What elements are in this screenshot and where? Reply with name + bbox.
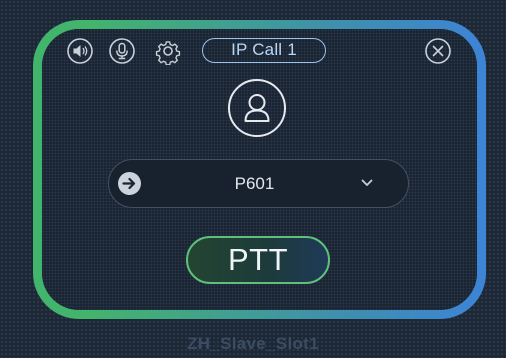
ptt-button[interactable]: PTT [186,236,330,284]
user-icon [244,94,270,122]
microphone-icon[interactable] [108,37,136,65]
avatar [228,79,286,137]
target-selector[interactable]: P601 [108,159,409,208]
close-icon[interactable] [424,37,452,65]
gear-icon[interactable] [154,37,182,65]
call-name-badge: IP Call 1 [202,38,326,63]
chevron-down-icon[interactable] [360,177,374,189]
speaker-icon[interactable] [66,37,94,65]
slot-label: ZH_Slave_Slot1 [187,334,319,353]
